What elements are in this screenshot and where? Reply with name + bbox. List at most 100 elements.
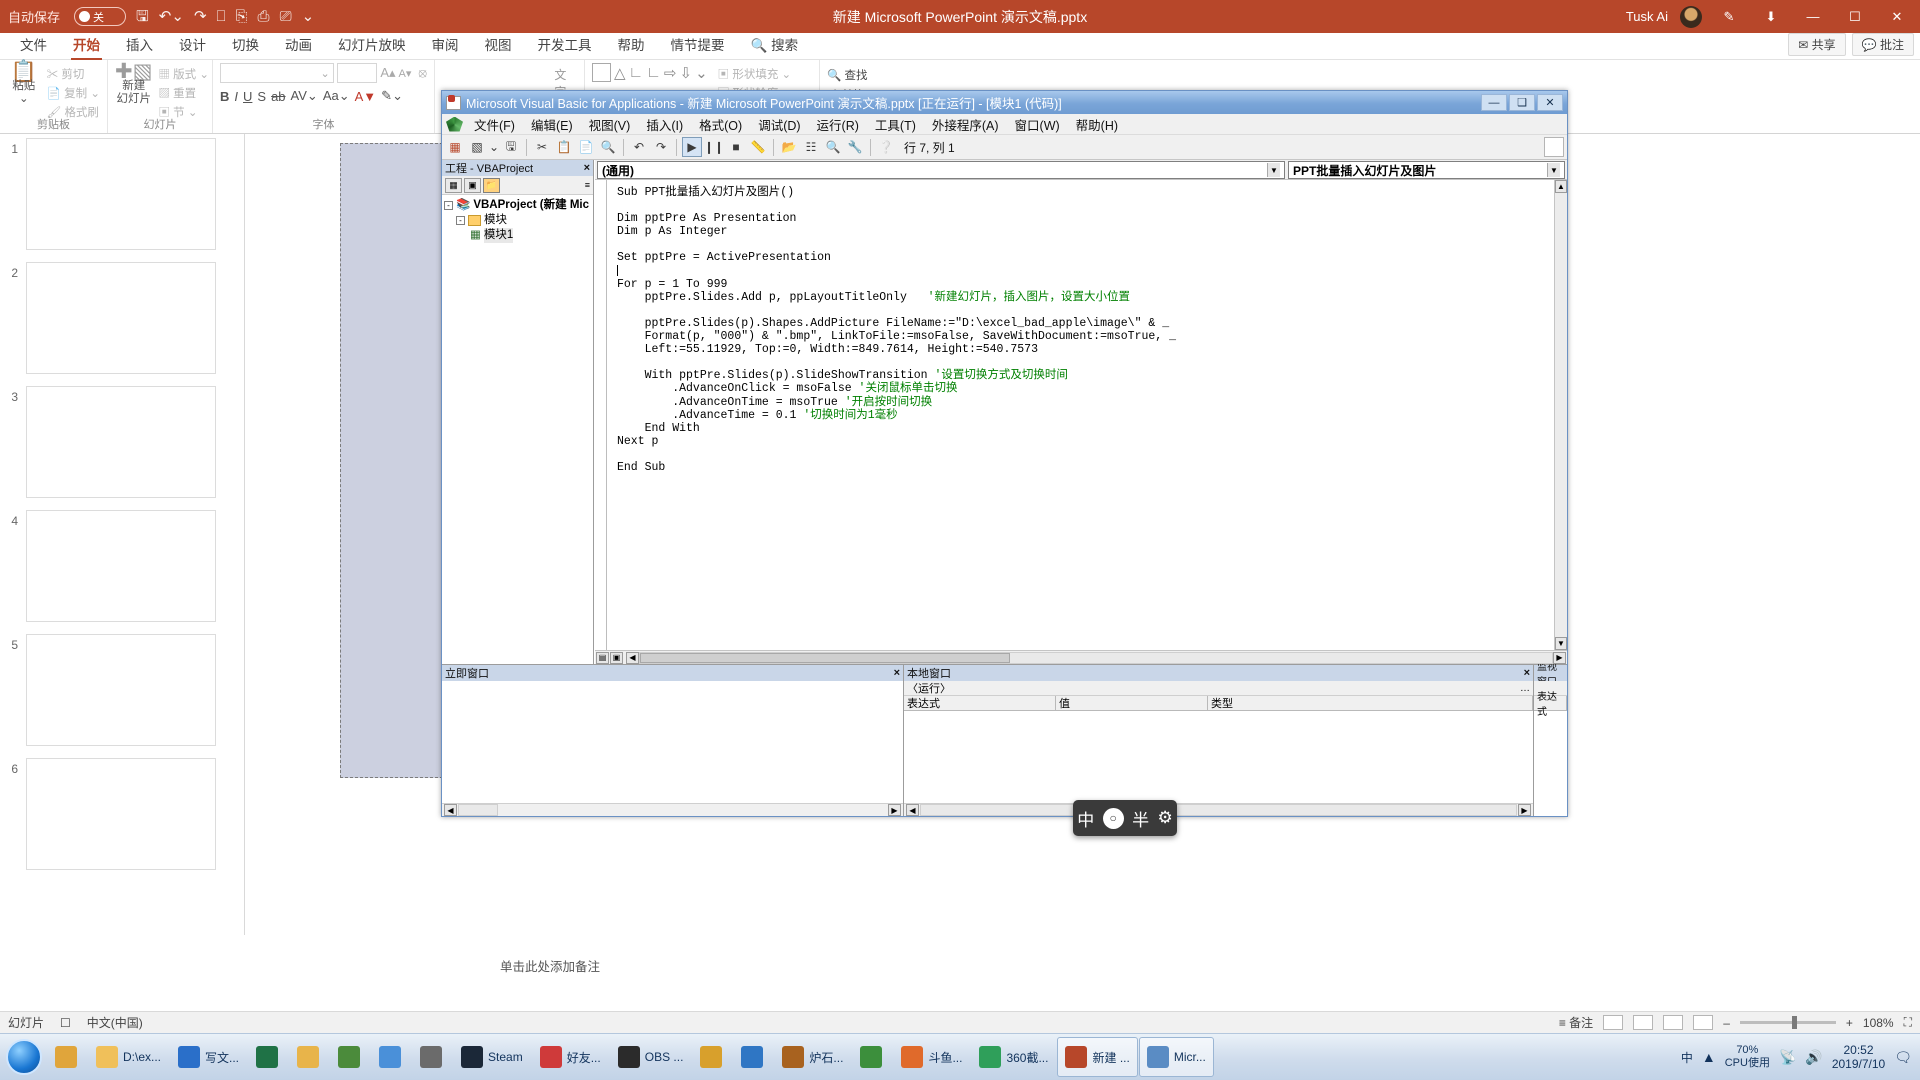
- hscroll-thumb[interactable]: [640, 652, 1010, 663]
- tab-storyboarding[interactable]: 情节提要: [659, 30, 737, 59]
- explorer-window-button[interactable]: D:\ex...: [88, 1037, 169, 1077]
- immediate-window[interactable]: 立即窗口 × ◀ ▶: [442, 665, 904, 816]
- browser-button[interactable]: [692, 1037, 732, 1077]
- green-app-button[interactable]: [852, 1037, 892, 1077]
- list-item[interactable]: 1: [0, 138, 244, 256]
- ime-width-button[interactable]: 半: [1132, 806, 1149, 831]
- hscroll-track[interactable]: [639, 651, 1553, 664]
- normal-view-button[interactable]: [1603, 1015, 1624, 1030]
- vbe-button[interactable]: Micr...: [1138, 1037, 1214, 1077]
- slide-thumbnail[interactable]: [26, 262, 216, 374]
- underline-button[interactable]: U: [243, 89, 252, 104]
- close-icon[interactable]: ×: [894, 667, 900, 679]
- tray-ime-indicator[interactable]: 中: [1681, 1049, 1693, 1066]
- tab-help[interactable]: 帮助: [606, 30, 657, 59]
- project-explorer-icon[interactable]: 📂: [779, 137, 799, 157]
- code-horizontal-scrollbar[interactable]: ▤ ▣ ◀ ▶: [595, 650, 1567, 664]
- friends-button[interactable]: 好友...: [532, 1037, 609, 1077]
- network-icon[interactable]: 📡: [1779, 1049, 1796, 1066]
- hscroll-track[interactable]: [458, 804, 498, 816]
- find-button[interactable]: 🔍 查找: [827, 67, 908, 83]
- redo-icon[interactable]: ↷: [651, 137, 671, 157]
- slide-thumbnail[interactable]: [26, 386, 216, 498]
- paste-dropdown-icon[interactable]: ⌄: [19, 93, 29, 105]
- list-item[interactable]: 4: [0, 510, 244, 628]
- code-line[interactable]: Left:=55.11929, Top:=0, Width:=849.7614,…: [617, 343, 1554, 356]
- slide-thumbnail[interactable]: [26, 634, 216, 746]
- shadow-button[interactable]: S: [257, 89, 266, 104]
- insert-userform-icon[interactable]: ▧: [467, 137, 487, 157]
- project-explorer[interactable]: 工程 - VBAProject × ▦ ▣ 📁 ≡ - 📚 VBAProject…: [442, 160, 594, 664]
- run-icon[interactable]: ▶: [682, 137, 702, 157]
- decrease-font-size-icon[interactable]: A▾: [399, 67, 412, 80]
- shape-gallery[interactable]: △ ∟ ∟ ⇨ ⇩ ⌄: [592, 63, 708, 82]
- full-module-view-icon[interactable]: ▣: [610, 651, 623, 664]
- reset-button[interactable]: ▨ 重置: [158, 85, 209, 101]
- pane-resize-icon[interactable]: ≡: [585, 180, 590, 190]
- reset-icon[interactable]: ■: [726, 137, 746, 157]
- properties-window-icon[interactable]: ☷: [801, 137, 821, 157]
- code-line[interactable]: Sub PPT批量插入幻灯片及图片(): [617, 186, 1554, 199]
- font-color-button[interactable]: A▼: [355, 89, 377, 104]
- slide-thumbnail[interactable]: [26, 138, 216, 250]
- column-header-type[interactable]: 类型: [1208, 696, 1533, 710]
- notes-placeholder[interactable]: 单击此处添加备注: [500, 956, 600, 975]
- powerpoint-button[interactable]: 新建 ...: [1057, 1037, 1138, 1077]
- tab-insert[interactable]: 插入: [114, 30, 165, 59]
- vbe-close-button[interactable]: ✕: [1537, 94, 1563, 111]
- zoom-slider[interactable]: [1739, 1016, 1836, 1029]
- line-shape-icon[interactable]: ∟: [629, 64, 644, 81]
- volume-icon[interactable]: 🔊: [1805, 1049, 1822, 1066]
- redo-icon[interactable]: ↷: [194, 9, 207, 24]
- paste-icon[interactable]: 📄: [576, 137, 596, 157]
- code-line[interactable]: [617, 264, 1554, 278]
- status-language[interactable]: 中文(中国): [87, 1014, 143, 1031]
- column-header-expression[interactable]: 表达式: [904, 696, 1056, 710]
- avatar[interactable]: [1680, 5, 1702, 28]
- vbe-minimize-button[interactable]: —: [1481, 94, 1507, 111]
- tree-node-modules[interactable]: - 模块: [444, 213, 591, 228]
- present-icon[interactable]: ⎘: [236, 9, 248, 24]
- chevron-down-icon[interactable]: ▼: [1547, 163, 1560, 177]
- menu-tools[interactable]: 工具(T): [867, 113, 924, 136]
- tab-transitions[interactable]: 切换: [220, 30, 271, 59]
- object-browser-icon[interactable]: 🔍: [823, 137, 843, 157]
- code-margin-indicator-bar[interactable]: [595, 180, 607, 650]
- code-text[interactable]: Sub PPT批量插入幻灯片及图片() Dim pptPre As Presen…: [607, 180, 1554, 650]
- scroll-left-icon[interactable]: ◀: [626, 651, 639, 664]
- code-line[interactable]: [617, 356, 1554, 369]
- fit-slide-icon[interactable]: ⛶: [1904, 1015, 1912, 1030]
- link-button[interactable]: [412, 1037, 452, 1077]
- change-case-button[interactable]: Aa⌄: [323, 88, 350, 104]
- chevron-down-icon[interactable]: ▼: [1267, 163, 1280, 177]
- slide-thumbnail[interactable]: [26, 510, 216, 622]
- object-combo[interactable]: (通用) ▼: [597, 161, 1285, 179]
- tree-node-vbaproject[interactable]: - 📚 VBAProject (新建 Mic: [444, 198, 591, 213]
- watch-grid[interactable]: 表达式: [1534, 692, 1567, 816]
- list-item[interactable]: 2: [0, 262, 244, 380]
- code-line[interactable]: pptPre.Slides.Add p, ppLayoutTitleOnly '…: [617, 291, 1554, 304]
- douyu-button[interactable]: 斗鱼...: [893, 1037, 970, 1077]
- immediate-window-body[interactable]: [442, 681, 903, 803]
- notes-button[interactable]: ≡ 备注: [1559, 1014, 1593, 1031]
- code-line[interactable]: [617, 199, 1554, 212]
- view-host-app-icon[interactable]: ▦: [445, 137, 465, 157]
- code-line[interactable]: Format(p, "000") & ".bmp", LinkToFile:=m…: [617, 330, 1554, 343]
- close-button[interactable]: ✕: [1882, 5, 1912, 29]
- tree-node-module1[interactable]: ▦ 模块1: [444, 228, 591, 243]
- column-header-value[interactable]: 值: [1056, 696, 1208, 710]
- highlight-button[interactable]: ✎⌄: [381, 88, 403, 104]
- scroll-left-icon[interactable]: ◀: [906, 804, 919, 816]
- copy-icon[interactable]: 📋: [554, 137, 574, 157]
- compare-icon[interactable]: ⎙: [258, 9, 270, 24]
- down-arrow-shape-icon[interactable]: ⇩: [680, 64, 693, 82]
- font-size-input[interactable]: [336, 63, 378, 83]
- cut-button[interactable]: ✂ 剪切: [47, 66, 100, 82]
- code-line[interactable]: For p = 1 To 999: [617, 278, 1554, 291]
- code-line[interactable]: [617, 304, 1554, 317]
- bold-button[interactable]: B: [220, 89, 229, 104]
- tab-slideshow[interactable]: 幻灯片放映: [326, 30, 418, 59]
- vba-editor-window[interactable]: Microsoft Visual Basic for Applications …: [441, 90, 1568, 817]
- start-button[interactable]: [2, 1035, 46, 1079]
- save-icon[interactable]: 🖫: [136, 9, 149, 24]
